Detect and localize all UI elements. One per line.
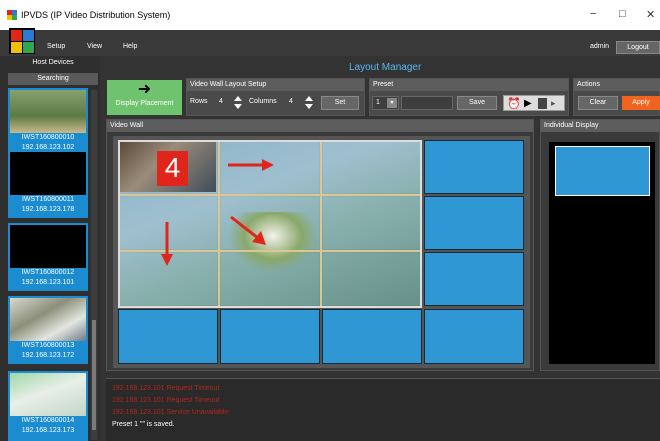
alarm-clock-icon[interactable]: ⏰ (507, 97, 521, 110)
wall-cell[interactable] (220, 309, 320, 364)
stepper-arrows-icon (305, 96, 313, 109)
app-logo (9, 28, 35, 54)
device-item[interactable]: IWST160800012 192.168.123.101 (8, 223, 88, 291)
arrow-down-right-icon (230, 215, 266, 245)
device-ip: 192.168.123.173 (21, 427, 75, 434)
number-badge: 4 (157, 151, 188, 186)
maximize-button[interactable]: □ (619, 8, 626, 20)
preset-select[interactable]: 1 ▾ (372, 96, 399, 110)
device-preview (10, 298, 86, 341)
log-line: 192.168.123.101 Request Timeout (112, 397, 220, 404)
device-item[interactable]: IWST160800010 192.168.123.102 (8, 88, 88, 156)
next-icon[interactable]: ▸ (551, 98, 556, 109)
device-ip: 192.168.123.178 (21, 206, 75, 213)
device-item[interactable]: IWST160800011 192.168.123.178 (8, 150, 88, 218)
minimize-button[interactable]: − (590, 8, 596, 20)
schedule-controls: ⏰ ▶ ▸ (503, 95, 565, 111)
rows-stepper[interactable] (233, 95, 243, 110)
clear-button[interactable]: Clear (578, 96, 618, 110)
wall-cell[interactable] (322, 309, 422, 364)
device-name: IWST160800014 (21, 417, 75, 424)
display-placement-button[interactable]: ➜ Display Placement (107, 80, 182, 115)
individual-screen[interactable] (555, 146, 650, 196)
menu-help[interactable]: Help (123, 43, 137, 50)
sidebar-scrollbar[interactable] (91, 90, 97, 440)
log-line: Preset 1 "" is saved. (112, 421, 175, 428)
video-wall-title: Video Wall (107, 120, 533, 132)
device-preview (10, 152, 86, 195)
rows-value[interactable]: 4 (219, 98, 223, 105)
scrollbar-thumb[interactable] (92, 320, 96, 430)
menu-view[interactable]: View (87, 43, 102, 50)
device-ip: 192.168.123.101 (21, 279, 75, 286)
actions-title: Actions (574, 79, 660, 91)
rows-label: Rows (190, 98, 208, 105)
layout-manager-title: Layout Manager (349, 62, 422, 73)
arrow-right-icon: ➜ (137, 81, 152, 98)
stop-icon[interactable] (538, 98, 547, 109)
device-name: IWST160800010 (21, 134, 75, 141)
preset-name-input[interactable] (401, 96, 453, 110)
log-line: 192.168.123.101 Request Timeout (112, 385, 220, 392)
logout-button[interactable]: Logout (616, 41, 660, 54)
individual-display-panel: Individual Display (540, 119, 660, 371)
wall-cell[interactable] (424, 252, 524, 306)
device-item[interactable]: IWST160800013 192.168.123.172 (8, 296, 88, 364)
device-preview (10, 225, 86, 268)
columns-value[interactable]: 4 (289, 98, 293, 105)
chevron-down-icon: ▾ (387, 98, 397, 108)
device-name: IWST160800013 (21, 342, 75, 349)
device-ip: 192.168.123.172 (21, 352, 75, 359)
stepper-arrows-icon (234, 96, 242, 109)
searching-button[interactable]: Searching (8, 73, 98, 85)
layout-setup-title: Video Wall Layout Setup (187, 79, 364, 91)
display-placement-label: Display Placement (115, 100, 174, 107)
wall-cell[interactable] (424, 140, 524, 194)
arrow-down-icon (161, 222, 173, 266)
user-label: admin (590, 43, 610, 50)
device-name: IWST160800012 (21, 269, 75, 276)
apply-button[interactable]: Apply (622, 96, 660, 110)
columns-stepper[interactable] (304, 95, 314, 110)
device-item[interactable]: IWST160800014 192.168.123.173 (8, 371, 88, 441)
device-name: IWST160800011 (21, 196, 74, 203)
arrow-right-icon (228, 159, 274, 171)
device-preview (10, 373, 86, 416)
set-button[interactable]: Set (321, 96, 359, 110)
menu-setup[interactable]: Setup (47, 43, 65, 50)
columns-label: Columns (249, 98, 277, 105)
device-preview (10, 90, 86, 133)
window-title: IPVDS (IP Video Distribution System) (21, 10, 171, 20)
wall-cell[interactable] (424, 196, 524, 250)
individual-display-title: Individual Display (541, 120, 659, 132)
wall-cell[interactable] (424, 309, 524, 364)
app-icon (7, 10, 17, 20)
log-line: 192.168.123.101 Service Unavailable (112, 409, 229, 416)
save-button[interactable]: Save (457, 96, 497, 110)
title-bar: IPVDS (IP Video Distribution System) − □… (0, 0, 660, 30)
play-icon[interactable]: ▶ (524, 98, 532, 109)
preset-value: 1 (376, 99, 380, 106)
host-devices-title: Host Devices (32, 59, 74, 66)
wall-cell[interactable] (118, 309, 218, 364)
close-button[interactable]: ✕ (646, 8, 655, 21)
preset-title: Preset (370, 79, 568, 91)
